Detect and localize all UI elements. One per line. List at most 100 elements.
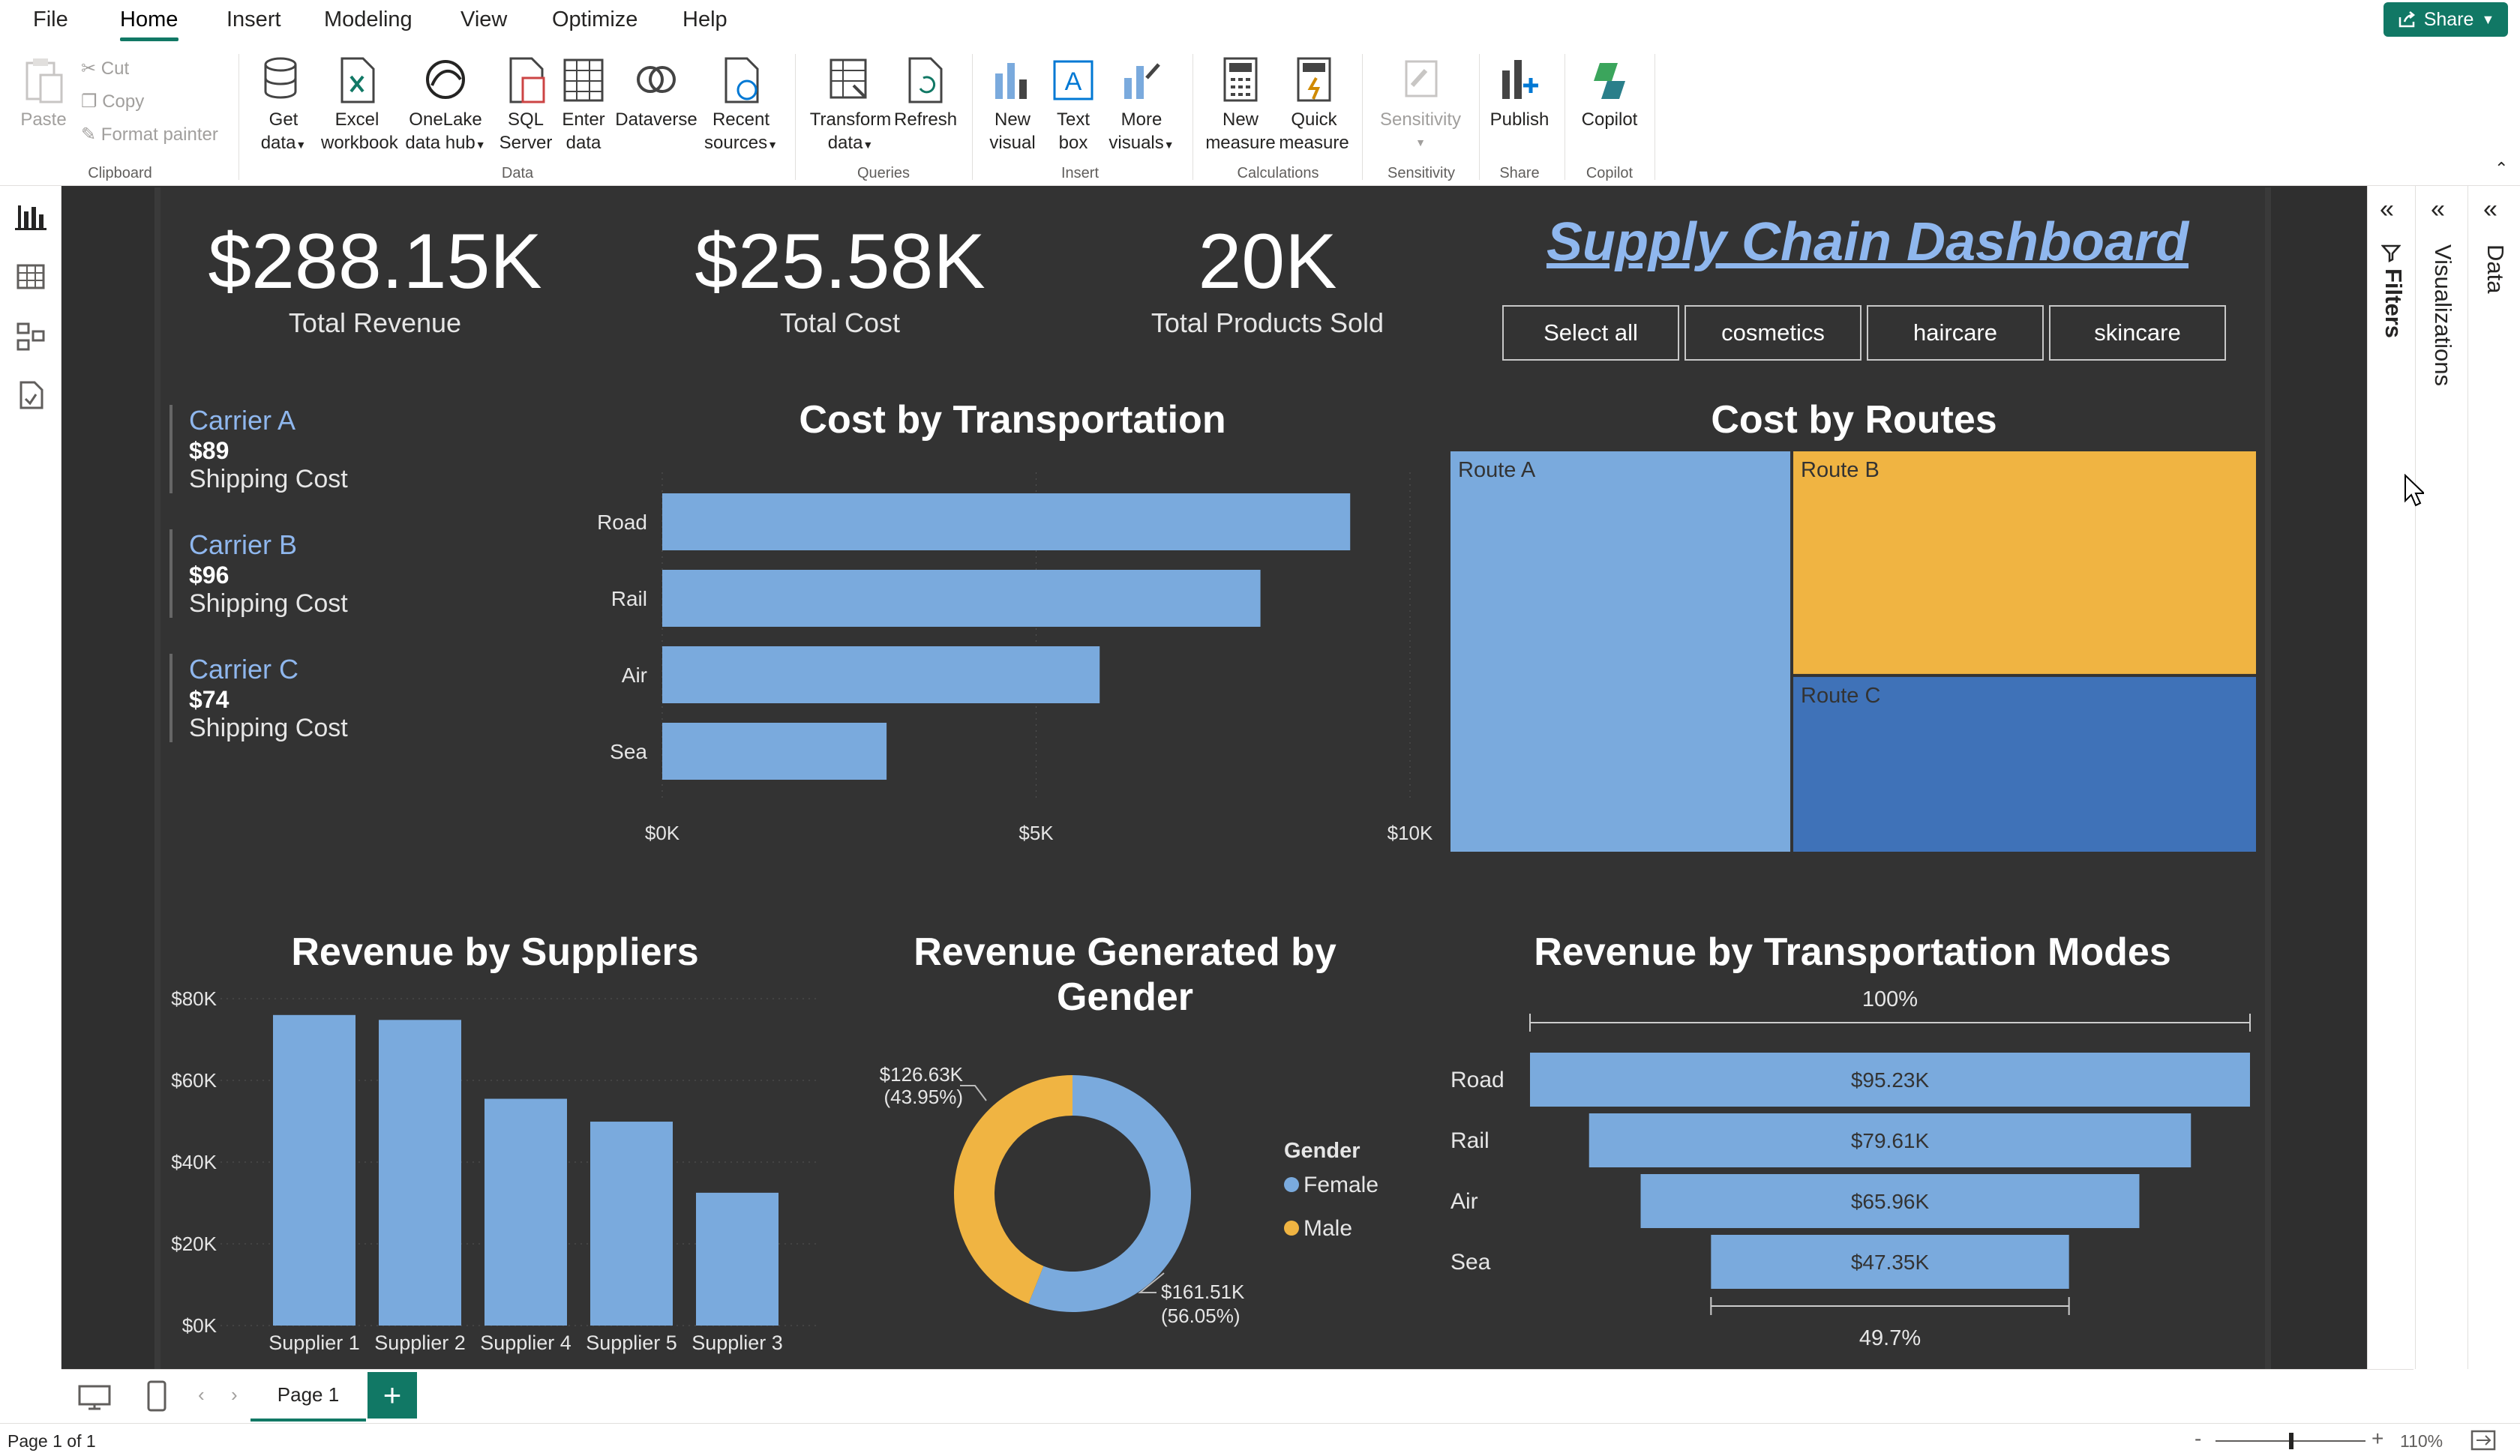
data-pane[interactable]: « Data [2468,186,2520,1369]
group-label-share: Share [1499,165,1540,181]
carrier-value: $96 [189,562,230,589]
kpi-total-products-value: 20K [1198,218,1337,305]
chart-cost-by-routes: Route A Route B Route C [1450,451,2256,852]
menu-modeling[interactable]: Modeling [324,7,412,32]
menu-view[interactable]: View [460,7,507,32]
percent-label: 49.7% [1859,1326,1921,1350]
fit-to-page-icon[interactable] [2470,1430,2496,1451]
percent-label: 100% [1862,987,1918,1011]
x-tick-label: $10K [1388,822,1433,844]
menu-home[interactable]: Home [120,7,178,32]
sql-server-button[interactable]: SQL Server [498,55,554,154]
format-painter-button[interactable]: ✎ Format painter [81,123,218,146]
dashboard-title: Supply Chain Dashboard [1546,212,2189,272]
percent-bracket [1529,1014,2251,1032]
chevron-down-icon: ▼ [1163,139,1174,151]
filters-pane[interactable]: « Filters [2367,186,2415,1369]
collapse-ribbon-icon[interactable]: ⌃ [2494,159,2508,178]
get-data-button[interactable]: Get data▼ [249,55,318,157]
mobile-layout-icon[interactable] [147,1380,166,1412]
new-visual-button[interactable]: New visual [984,55,1041,154]
zoom-level[interactable]: 110% [2400,1431,2443,1452]
visualizations-label: Visualizations [2430,244,2456,386]
sql-server-icon [509,57,545,103]
copilot-button[interactable]: Copilot [1574,55,1646,131]
report-view-icon[interactable] [15,201,46,232]
zoom-in-button[interactable]: + [2372,1427,2384,1451]
cut-icon: ✂ [81,58,97,79]
status-bar: Page 1 of 1 - + 110% [0,1423,2520,1456]
onelake-data-hub-button[interactable]: OneLake data hub▼ [400,55,490,157]
x-tick-label: Supplier 4 [480,1332,572,1354]
transform-data-button[interactable]: Transform data▼ [807,55,894,157]
sensitivity-button[interactable]: Sensitivity ▼ [1372,55,1468,154]
menu-optimize[interactable]: Optimize [552,7,638,32]
page-tab[interactable]: Page 1 [250,1371,366,1422]
chevron-down-icon: ▼ [296,139,307,151]
kpi-total-cost-label: Total Cost [779,307,901,338]
expand-data-icon[interactable]: « [2483,195,2498,224]
model-view-icon[interactable] [15,321,46,352]
data-label: $47.35K [1851,1251,1930,1274]
y-tick-label: Road [597,511,647,534]
report-border [154,187,160,1369]
text-box-button[interactable]: A Text box [1046,55,1101,154]
copy-button[interactable]: ❐ Copy [81,90,144,113]
desktop-layout-icon[interactable] [78,1385,111,1410]
zoom-slider-thumb[interactable] [2289,1433,2294,1449]
group-label-data: Data [501,165,534,181]
paste-button[interactable]: Paste [14,57,74,131]
share-label: Share [2423,8,2474,30]
zoom-out-button[interactable]: - [2194,1427,2201,1451]
enter-data-button[interactable]: Enter data [560,55,608,154]
previous-page-icon[interactable]: ‹ [198,1383,205,1407]
y-tick-label: Air [622,664,647,687]
cut-button[interactable]: ✂ Cut [81,57,129,80]
more-visuals-button[interactable]: More visuals▼ [1107,55,1176,157]
treemap-tile [1793,451,2256,674]
legend-marker [1284,1177,1299,1192]
next-page-icon[interactable]: › [231,1383,238,1407]
legend-label: Female [1304,1173,1378,1197]
share-icon [2398,11,2415,28]
bar [696,1192,778,1326]
y-tick-label: Rail [611,587,647,610]
excel-workbook-button[interactable]: Excel workbook [321,55,398,154]
y-tick-label: $0K [182,1314,218,1337]
slicer-cosmetics[interactable]: cosmetics [1684,305,1862,361]
new-measure-button[interactable]: New measure [1204,55,1276,154]
view-switcher [0,186,62,1369]
recent-sources-icon [724,57,759,103]
table-view-icon[interactable] [15,261,46,292]
slicer-haircare[interactable]: haircare [1867,305,2044,361]
kpi-total-cost-value: $25.58K [694,218,986,305]
slicer-select-all[interactable]: Select all [1502,305,1679,361]
add-page-button[interactable]: + [368,1372,417,1419]
menu-insert[interactable]: Insert [226,7,281,32]
visualizations-pane[interactable]: « Visualizations [2415,186,2468,1369]
share-button[interactable]: Share ▼ [2384,2,2508,37]
divider [1564,54,1565,180]
leader-line [960,1085,987,1101]
refresh-button[interactable]: Refresh [894,55,957,131]
quick-measure-button[interactable]: Quick measure [1278,55,1350,154]
copy-icon: ❐ [81,91,98,112]
carrier-name: Carrier A [189,405,296,436]
carrier-value: $89 [189,437,230,464]
chart-title-cost-by-routes: Cost by Routes [1711,398,1997,442]
dataverse-button[interactable]: Dataverse [615,55,698,131]
menu-file[interactable]: File [33,7,68,32]
divider [795,54,796,180]
recent-sources-button[interactable]: Recent sources▼ [704,55,778,157]
chart-cost-by-transportation: $0K $5K $10K Road Rail Air Sea [597,472,1433,844]
group-label-queries: Queries [856,165,910,181]
divider [972,54,973,180]
publish-button[interactable]: Publish [1485,55,1554,131]
expand-visualizations-icon[interactable]: « [2431,195,2445,224]
dax-query-view-icon[interactable] [15,379,46,411]
slicer-skincare[interactable]: skincare [2049,305,2226,361]
chevron-down-icon: ▼ [862,139,874,151]
menu-help[interactable]: Help [682,7,728,32]
collapse-filters-icon[interactable]: « [2380,195,2394,224]
bar [273,1014,356,1326]
